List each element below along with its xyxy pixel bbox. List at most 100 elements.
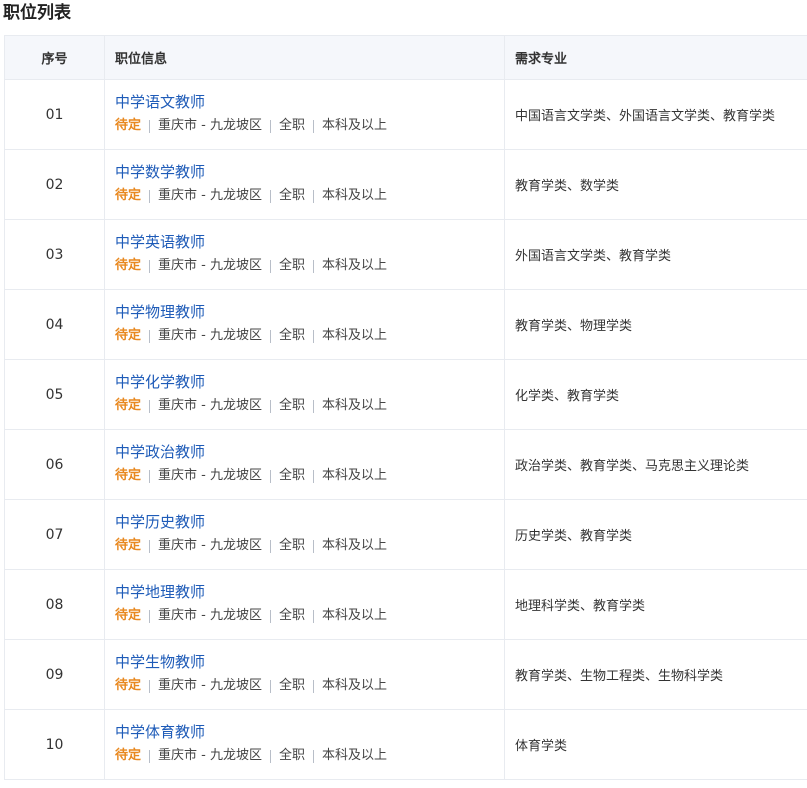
meta-divider <box>149 609 151 623</box>
meta-divider <box>149 259 151 273</box>
meta-divider <box>313 749 314 763</box>
job-status: 待定 <box>115 748 142 763</box>
job-location: 重庆市 - 九龙坡区 <box>158 188 262 203</box>
job-meta: 待定 重庆市 - 九龙坡区 全职 本科及以上 <box>115 187 387 205</box>
job-meta: 待定 重庆市 - 九龙坡区 全职 本科及以上 <box>115 397 387 415</box>
header-major: 需求专业 <box>515 52 568 67</box>
row-info-cell: 中学生物教师 待定 重庆市 - 九龙坡区 全职 本科及以上 <box>105 640 505 709</box>
row-info-cell: 中学物理教师 待定 重庆市 - 九龙坡区 全职 本科及以上 <box>105 290 505 359</box>
job-major: 地理科学类、教育学类 <box>515 599 646 614</box>
job-meta: 待定 重庆市 - 九龙坡区 全职 本科及以上 <box>115 747 387 765</box>
job-education: 本科及以上 <box>322 398 388 413</box>
job-location: 重庆市 - 九龙坡区 <box>158 328 262 343</box>
job-meta: 待定 重庆市 - 九龙坡区 全职 本科及以上 <box>115 467 387 485</box>
job-status: 待定 <box>115 118 142 133</box>
job-education: 本科及以上 <box>322 188 388 203</box>
job-location: 重庆市 - 九龙坡区 <box>158 118 262 133</box>
row-major-cell: 政治学类、教育学类、马克思主义理论类 <box>505 430 807 499</box>
job-title-link[interactable]: 中学英语教师 <box>115 232 205 252</box>
row-index-cell: 02 <box>5 150 105 219</box>
row-major-cell: 教育学类、物理学类 <box>505 290 807 359</box>
meta-divider <box>149 189 151 203</box>
job-meta: 待定 重庆市 - 九龙坡区 全职 本科及以上 <box>115 677 387 695</box>
table-row: 10 中学体育教师 待定 重庆市 - 九龙坡区 全职 本科及以上 体育学类 <box>5 710 807 780</box>
job-location: 重庆市 - 九龙坡区 <box>158 398 262 413</box>
job-title-link[interactable]: 中学生物教师 <box>115 652 205 672</box>
job-title-link[interactable]: 中学历史教师 <box>115 512 205 532</box>
table-body: 01 中学语文教师 待定 重庆市 - 九龙坡区 全职 本科及以上 中国语言文学类… <box>5 80 807 780</box>
job-title-link[interactable]: 中学化学教师 <box>115 372 205 392</box>
row-info-cell: 中学体育教师 待定 重庆市 - 九龙坡区 全职 本科及以上 <box>105 710 505 779</box>
table-row: 06 中学政治教师 待定 重庆市 - 九龙坡区 全职 本科及以上 政治学类、教育… <box>5 430 807 500</box>
job-location: 重庆市 - 九龙坡区 <box>158 468 262 483</box>
meta-divider <box>149 469 151 483</box>
job-meta: 待定 重庆市 - 九龙坡区 全职 本科及以上 <box>115 257 387 275</box>
meta-divider <box>269 189 271 203</box>
table-header-row: 序号 职位信息 需求专业 <box>5 36 807 80</box>
job-type: 全职 <box>278 748 305 763</box>
row-info-cell: 中学英语教师 待定 重庆市 - 九龙坡区 全职 本科及以上 <box>105 220 505 289</box>
job-type: 全职 <box>278 258 305 273</box>
job-major: 化学类、教育学类 <box>515 389 620 404</box>
job-location: 重庆市 - 九龙坡区 <box>158 258 262 273</box>
meta-divider <box>313 539 314 553</box>
job-type: 全职 <box>278 118 305 133</box>
row-info-cell: 中学语文教师 待定 重庆市 - 九龙坡区 全职 本科及以上 <box>105 80 505 149</box>
job-type: 全职 <box>278 398 305 413</box>
meta-divider <box>313 469 314 483</box>
job-education: 本科及以上 <box>322 748 388 763</box>
job-major: 教育学类、物理学类 <box>515 319 633 334</box>
job-status: 待定 <box>115 188 142 203</box>
row-index-cell: 01 <box>5 80 105 149</box>
row-index: 06 <box>45 456 64 473</box>
job-title-link[interactable]: 中学物理教师 <box>115 302 205 322</box>
meta-divider <box>269 119 271 133</box>
meta-divider <box>313 259 314 273</box>
table-row: 01 中学语文教师 待定 重庆市 - 九龙坡区 全职 本科及以上 中国语言文学类… <box>5 80 807 150</box>
meta-divider <box>313 329 314 343</box>
job-major: 外国语言文学类、教育学类 <box>515 249 672 264</box>
job-type: 全职 <box>278 188 305 203</box>
job-title-link[interactable]: 中学数学教师 <box>115 162 205 182</box>
header-info-label: 职位信息 <box>115 52 168 67</box>
row-index: 05 <box>45 386 64 403</box>
header-index: 序号 <box>5 36 105 79</box>
job-meta: 待定 重庆市 - 九龙坡区 全职 本科及以上 <box>115 117 387 135</box>
meta-divider <box>313 189 314 203</box>
job-status: 待定 <box>115 468 142 483</box>
row-index-cell: 03 <box>5 220 105 289</box>
row-index: 10 <box>45 736 64 753</box>
row-major-cell: 历史学类、教育学类 <box>505 500 807 569</box>
job-status: 待定 <box>115 608 142 623</box>
job-type: 全职 <box>278 678 305 693</box>
meta-divider <box>269 749 271 763</box>
job-education: 本科及以上 <box>322 678 388 693</box>
job-education: 本科及以上 <box>322 118 388 133</box>
row-index-cell: 07 <box>5 500 105 569</box>
meta-divider <box>313 609 314 623</box>
row-index-cell: 08 <box>5 570 105 639</box>
row-major-cell: 中国语言文学类、外国语言文学类、教育学类 <box>505 80 807 149</box>
table-row: 05 中学化学教师 待定 重庆市 - 九龙坡区 全职 本科及以上 化学类、教育学… <box>5 360 807 430</box>
job-meta: 待定 重庆市 - 九龙坡区 全职 本科及以上 <box>115 607 387 625</box>
row-major-cell: 教育学类、生物工程类、生物科学类 <box>505 640 807 709</box>
row-index-cell: 10 <box>5 710 105 779</box>
job-location: 重庆市 - 九龙坡区 <box>158 678 262 693</box>
job-title-link[interactable]: 中学政治教师 <box>115 442 205 462</box>
meta-divider <box>149 679 151 693</box>
row-info-cell: 中学数学教师 待定 重庆市 - 九龙坡区 全职 本科及以上 <box>105 150 505 219</box>
job-education: 本科及以上 <box>322 258 388 273</box>
job-education: 本科及以上 <box>322 538 388 553</box>
meta-divider <box>269 679 271 693</box>
meta-divider <box>313 679 314 693</box>
table-row: 03 中学英语教师 待定 重庆市 - 九龙坡区 全职 本科及以上 外国语言文学类… <box>5 220 807 290</box>
job-title-link[interactable]: 中学体育教师 <box>115 722 205 742</box>
job-type: 全职 <box>278 608 305 623</box>
row-major-cell: 化学类、教育学类 <box>505 360 807 429</box>
job-title-link[interactable]: 中学地理教师 <box>115 582 205 602</box>
job-list-table: 序号 职位信息 需求专业 01 中学语文教师 待定 重庆市 - 九龙坡区 全职 … <box>4 35 807 780</box>
meta-divider <box>149 749 151 763</box>
row-index-cell: 09 <box>5 640 105 709</box>
job-major: 历史学类、教育学类 <box>515 529 633 544</box>
job-title-link[interactable]: 中学语文教师 <box>115 92 205 112</box>
